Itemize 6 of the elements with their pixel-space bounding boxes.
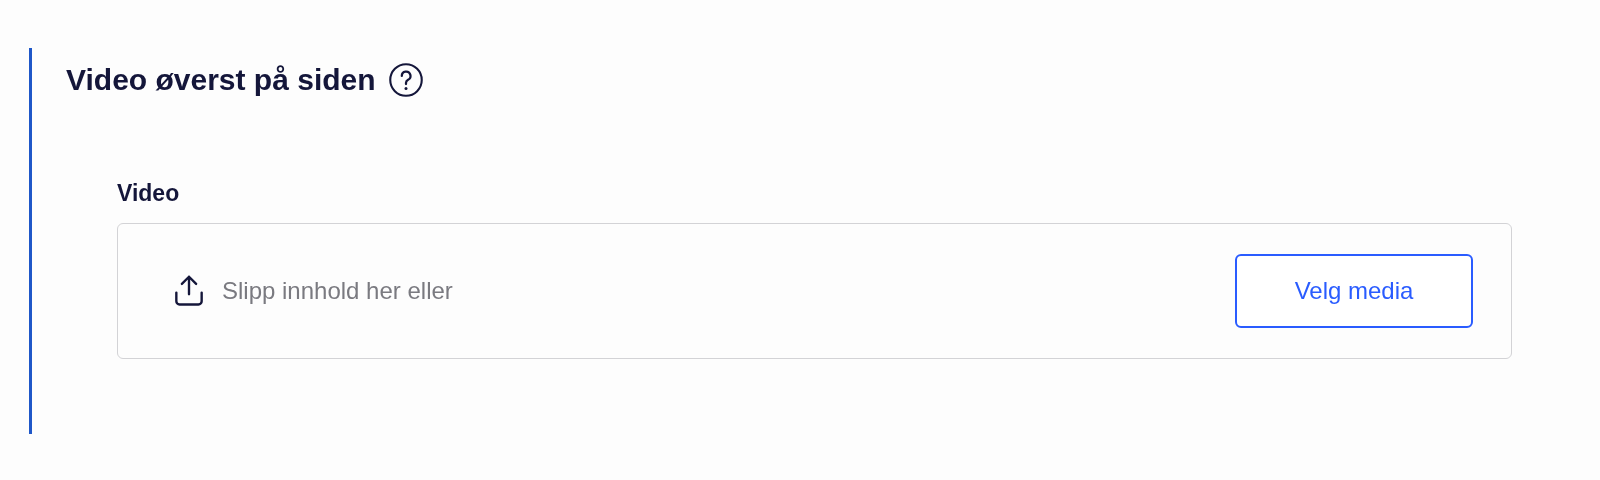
help-icon[interactable] [387,62,424,98]
dropzone-text: Slipp innhold her eller [222,277,453,305]
field-label: Video [117,180,181,207]
choose-media-button[interactable]: Velg media [1235,254,1473,328]
dropzone[interactable]: Slipp innhold her eller Velg media [117,223,1512,359]
section-title: Video øverst på siden [66,63,376,97]
